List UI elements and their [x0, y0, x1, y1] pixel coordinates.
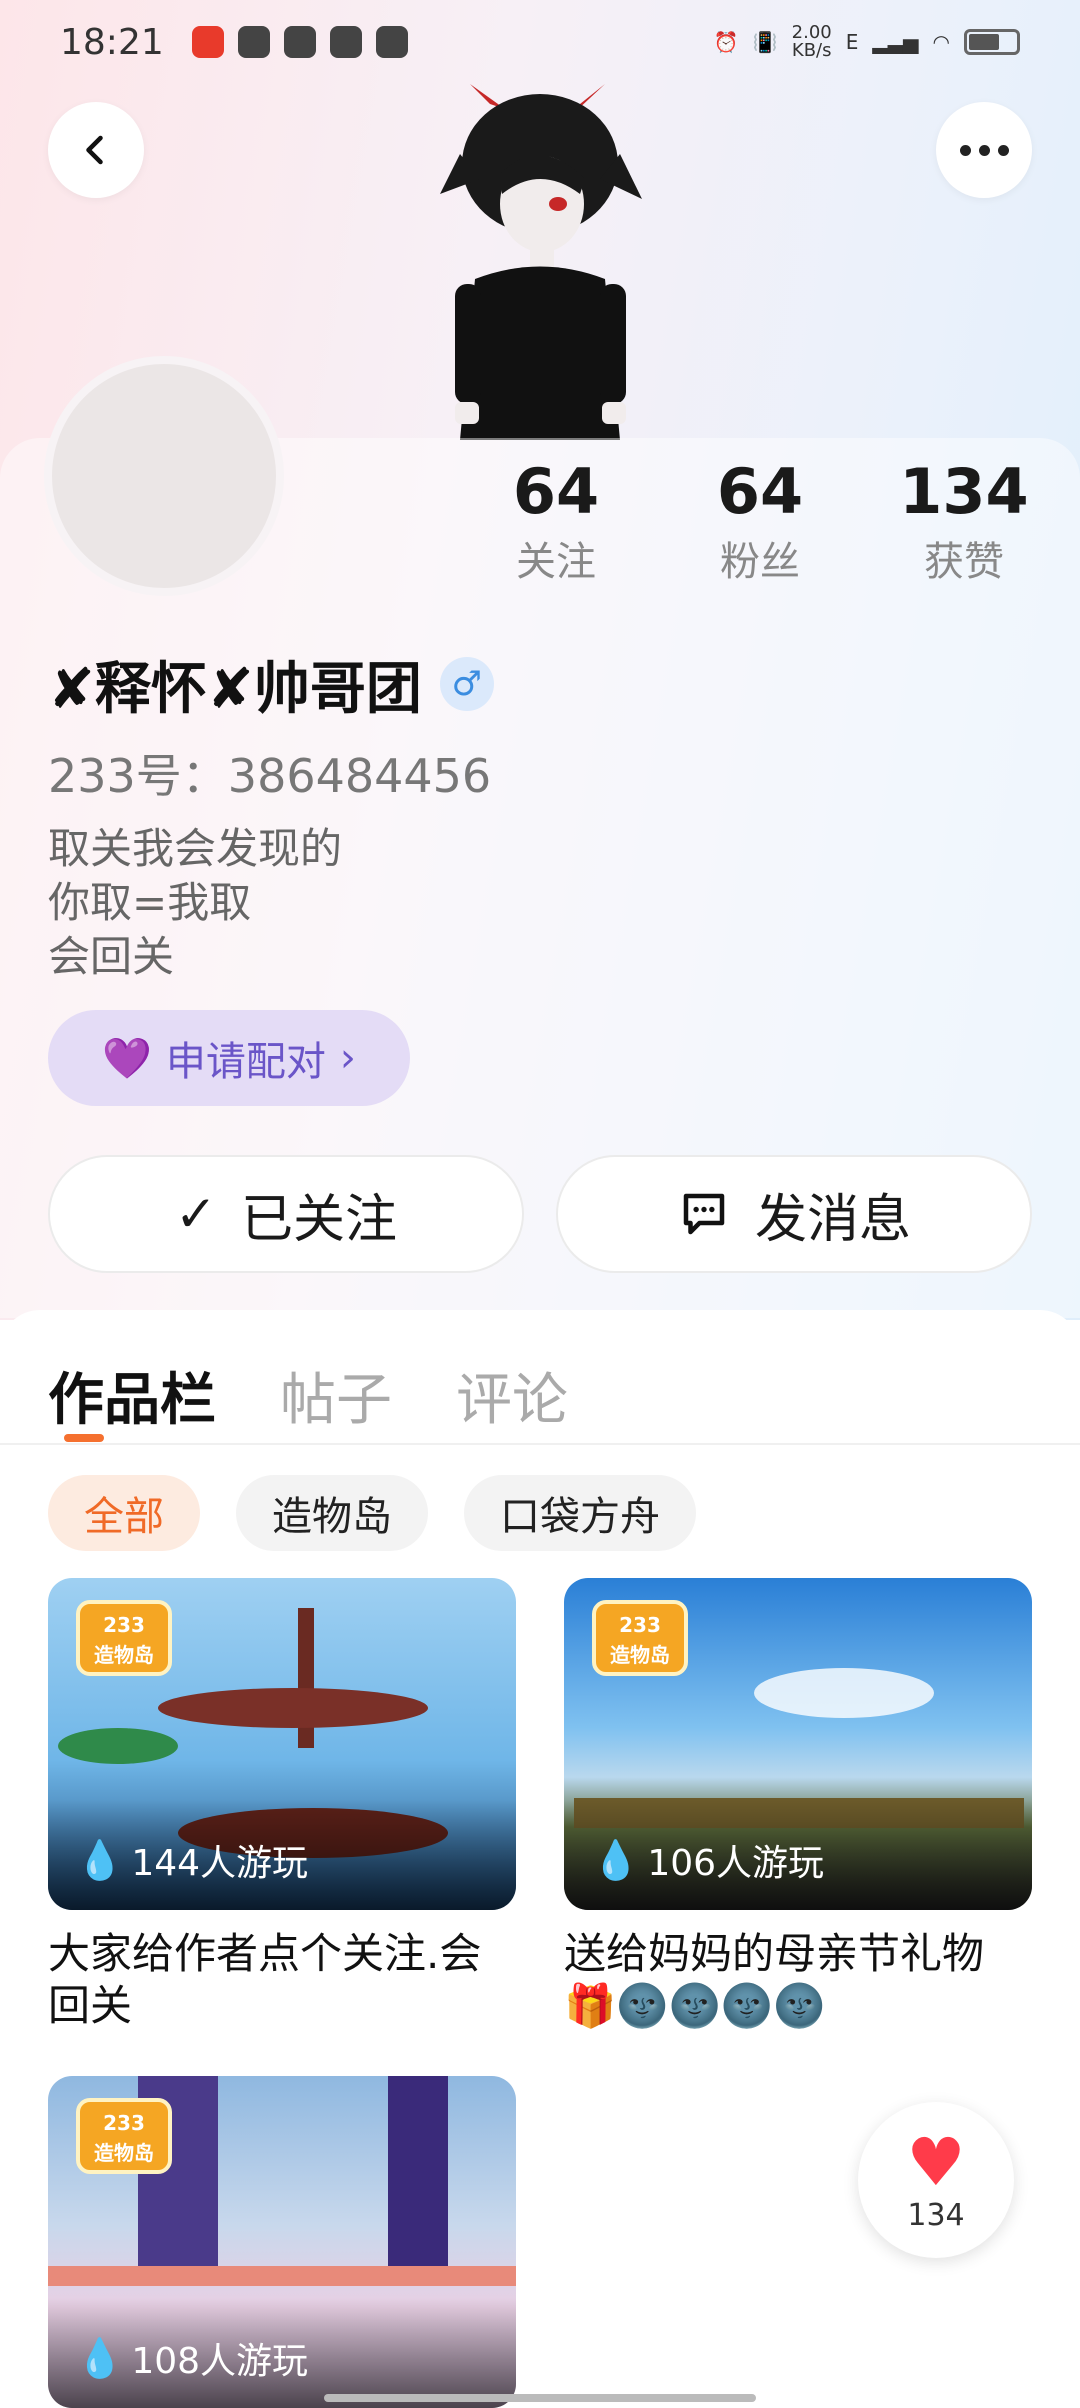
app-notification-icon [329, 26, 362, 58]
zaowudao-logo: 233 造物岛 [76, 2098, 172, 2174]
message-icon [683, 1193, 725, 1235]
play-count: 💧 144人游玩 [76, 1834, 308, 1886]
stat-following[interactable]: 64 关注 [466, 452, 646, 592]
filter-koudai-fangzhou[interactable]: 口袋方舟 [464, 1475, 696, 1551]
wifi-icon: ◠ [932, 30, 950, 54]
stat-followers[interactable]: 64 粉丝 [670, 452, 850, 592]
play-count-label: 106人游玩 [647, 1843, 825, 1884]
work-card[interactable]: 233 造物岛 💧 106人游玩 送给妈妈的母亲节礼物🎁🌚🌚🌚🌚 [564, 1578, 1032, 2032]
vibrate-icon: 📳 [752, 30, 778, 54]
filter-zaowudao[interactable]: 造物岛 [236, 1475, 428, 1551]
network-type: E [845, 30, 859, 54]
followed-label: 已关注 [240, 1189, 397, 1250]
work-card[interactable]: 233 造物岛 💧 108人游玩 [48, 2076, 516, 2408]
followers-count: 64 [716, 455, 804, 528]
alarm-icon: ⏰ [713, 30, 739, 54]
notification-icons [191, 26, 408, 58]
request-match-button[interactable]: 💜 申请配对 › [48, 1010, 410, 1106]
status-time: 18:21 [60, 21, 164, 63]
chevron-right-icon: › [339, 1035, 356, 1081]
mail-notification-icon [237, 26, 270, 58]
play-count: 💧 106人游玩 [592, 1834, 824, 1886]
work-thumbnail: 233 造物岛 💧 108人游玩 [48, 2076, 516, 2408]
network-speed: 2.00 KB/s [791, 22, 832, 61]
bio-line: 你取=我取 [48, 878, 252, 927]
avatar-character-image [440, 84, 642, 440]
bio-line: 取关我会发现的 [48, 824, 343, 873]
tab-bar: 作品栏 帖子 评论 [48, 1340, 568, 1436]
work-card[interactable]: 233 造物岛 💧 144人游玩 大家给作者点个关注.会回关 [48, 1578, 516, 2032]
filter-all[interactable]: 全部 [48, 1475, 200, 1551]
status-indicators: ⏰ 📳 2.00 KB/s E ▂▃▅ ◠ [714, 24, 1020, 60]
back-button[interactable] [48, 102, 144, 198]
home-indicator[interactable] [324, 2394, 756, 2402]
work-thumbnail: 233 造物岛 💧 144人游玩 [48, 1578, 516, 1910]
chat-notification-icon [283, 26, 316, 58]
like-count: 134 [907, 2197, 965, 2233]
following-count: 64 [512, 455, 600, 528]
signal-icon: ▂▃▅ [872, 30, 919, 54]
tab-posts[interactable]: 帖子 [280, 1355, 392, 1436]
tab-divider [0, 1443, 1080, 1445]
zaowudao-logo: 233 造物岛 [592, 1600, 688, 1676]
play-count-label: 144人游玩 [131, 1843, 309, 1884]
heart-icon: 💜 [102, 1035, 152, 1082]
likes-label: 获赞 [924, 539, 1004, 585]
likes-count: 134 [899, 455, 1029, 528]
tab-comments[interactable]: 评论 [456, 1355, 568, 1436]
chevron-left-icon [86, 135, 103, 165]
followers-label: 粉丝 [720, 539, 800, 585]
work-thumbnail: 233 造物岛 💧 106人游玩 [564, 1578, 1032, 1910]
send-message-label: 发消息 [754, 1189, 911, 1250]
play-count: 💧 108人游玩 [76, 2332, 308, 2384]
username-row: ✘释怀✘帅哥团 ♂ [48, 648, 494, 722]
like-button[interactable]: ♥ 134 [858, 2102, 1014, 2258]
flame-icon: 💧 [76, 2335, 124, 2380]
flame-icon: 💧 [76, 1837, 124, 1882]
work-title: 大家给作者点个关注.会回关 [48, 1929, 482, 2030]
more-options-button[interactable] [936, 102, 1032, 198]
work-title: 送给妈妈的母亲节礼物🎁🌚🌚🌚🌚 [564, 1929, 985, 2030]
male-gender-icon: ♂ [439, 657, 494, 711]
username: ✘释怀✘帅哥团 [48, 656, 422, 722]
bio: 取关我会发现的 你取=我取 会回关 [48, 822, 342, 984]
more-dots-icon [959, 144, 1009, 156]
stat-likes[interactable]: 134 获赞 [874, 452, 1054, 592]
avatar[interactable] [44, 356, 284, 596]
heart-icon: ♥ [906, 2123, 966, 2201]
battery-icon [964, 29, 1020, 55]
play-count-label: 108人游玩 [131, 2341, 309, 2382]
flame-icon: 💧 [592, 1837, 640, 1882]
active-tab-indicator [64, 1434, 104, 1442]
filter-chips: 全部 造物岛 口袋方舟 [48, 1475, 696, 1551]
request-match-label: 申请配对 [165, 1039, 326, 1085]
tab-works[interactable]: 作品栏 [48, 1355, 216, 1436]
user-id: 233号：386484456 [48, 749, 492, 803]
calendar-notification-icon [375, 26, 408, 58]
followed-button[interactable]: ✓ 已关注 [48, 1155, 524, 1273]
app-notification-icon [191, 26, 224, 58]
bio-line: 会回关 [48, 932, 175, 981]
following-label: 关注 [516, 539, 596, 585]
send-message-button[interactable]: 发消息 [556, 1155, 1032, 1273]
zaowudao-logo: 233 造物岛 [76, 1600, 172, 1676]
status-bar: 18:21 ⏰ 📳 2.00 KB/s E ▂▃▅ ◠ [0, 0, 1080, 84]
check-icon: ✓ [175, 1185, 217, 1243]
